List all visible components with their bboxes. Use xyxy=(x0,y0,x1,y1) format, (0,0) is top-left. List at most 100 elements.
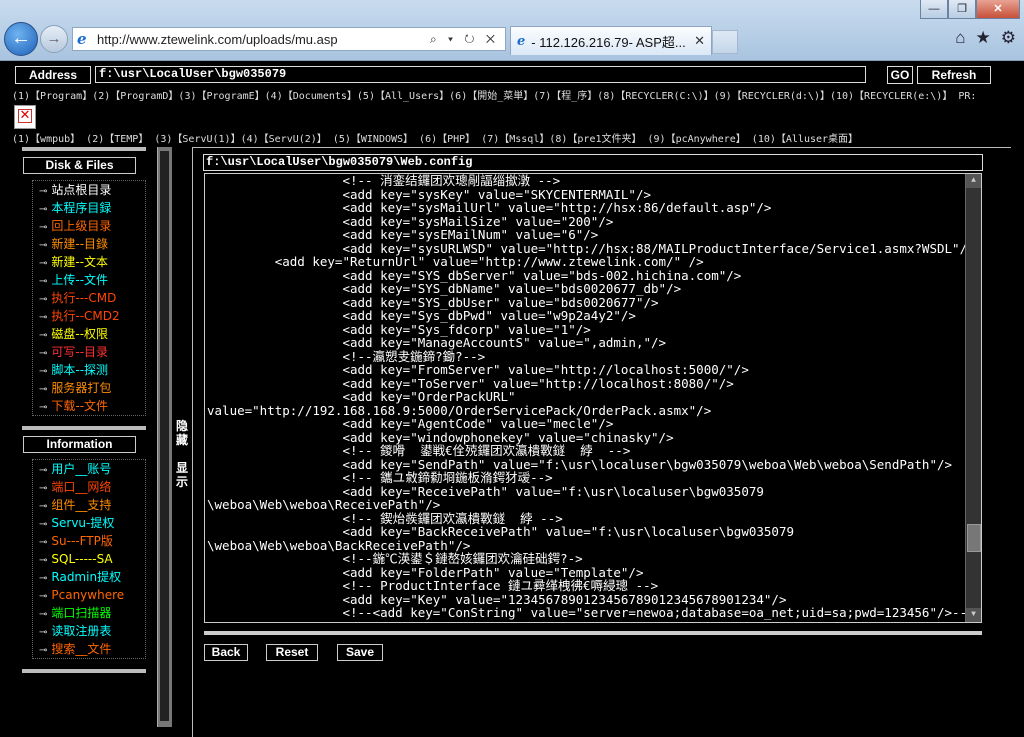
disk-item[interactable]: ⊸ 磁盘--权限 xyxy=(33,325,145,343)
code-line: <!-- 鑴ユ敹鍗勬埛鍦板潃鍔犲叆--> xyxy=(207,470,553,485)
go-button[interactable]: GO xyxy=(887,66,913,84)
menu-bullet-icon: ⊸ xyxy=(39,465,48,476)
disk-item-label[interactable]: 磁盘--权限 xyxy=(51,327,108,341)
disk-item-label[interactable]: 脚本--探测 xyxy=(51,363,108,377)
info-item[interactable]: ⊸ Radmin提权 xyxy=(33,568,145,586)
info-item[interactable]: ⊸ Pcanywhere xyxy=(33,586,145,604)
disk-item[interactable]: ⊸ 新建--目錄 xyxy=(33,235,145,253)
menu-bullet-icon: ⊸ xyxy=(39,519,48,530)
info-item[interactable]: ⊸ Servu-提权 xyxy=(33,514,145,532)
disk-item-label[interactable]: 执行--CMD2 xyxy=(51,309,119,323)
info-item-label[interactable]: Radmin提权 xyxy=(51,570,121,584)
disk-item[interactable]: ⊸ 服务器打包 xyxy=(33,379,145,397)
disk-item-label[interactable]: 执行---CMD xyxy=(51,291,116,305)
disk-item[interactable]: ⊸ 站点根目录 xyxy=(33,181,145,199)
disk-item[interactable]: ⊸ 上传--文件 xyxy=(33,271,145,289)
menu-bullet-icon: ⊸ xyxy=(39,537,48,548)
editor-divider xyxy=(204,631,982,635)
info-item[interactable]: ⊸ 组件__支持 xyxy=(33,496,145,514)
info-item-label[interactable]: 搜索__文件 xyxy=(51,642,111,656)
maximize-button[interactable]: ❐ xyxy=(948,0,976,19)
quick-dirs-row-2[interactable]: (1)【wmpub】 (2)【TEMP】 (3)【ServU(1)】(4)【Se… xyxy=(12,130,858,145)
disk-item-label[interactable]: 可写--目录 xyxy=(51,345,108,359)
code-line: \weboa\Web\weboa\BackReceivePath"/> xyxy=(207,537,471,553)
file-content-textarea[interactable]: <!-- 消銮结鑼团欢璁剮諨缁撳潡 --> <add key="sysKey" … xyxy=(204,173,982,623)
settings-gear-icon[interactable]: ⚙ xyxy=(1001,28,1016,48)
address-input[interactable]: f:\usr\LocalUser\bgw035079 xyxy=(95,66,866,83)
scrollbar-thumb[interactable] xyxy=(160,151,169,721)
code-line: <add key="ToServer" value="http://localh… xyxy=(207,375,734,391)
info-item[interactable]: ⊸ 端口扫描器 xyxy=(33,604,145,622)
scroll-up-icon[interactable]: ▲ xyxy=(966,174,981,188)
save-button[interactable]: Save xyxy=(337,644,383,661)
info-item-label[interactable]: Servu-提权 xyxy=(51,516,114,530)
info-item[interactable]: ⊸ SQL-----SA xyxy=(33,550,145,568)
info-item-label[interactable]: 用户__账号 xyxy=(51,462,111,476)
info-item-label[interactable]: Pcanywhere xyxy=(51,588,124,602)
disk-item[interactable]: ⊸ 脚本--探测 xyxy=(33,361,145,379)
minimize-button[interactable]: — xyxy=(920,0,948,19)
disk-item-label[interactable]: 站点根目录 xyxy=(51,183,111,197)
disk-item[interactable]: ⊸ 执行--CMD2 xyxy=(33,307,145,325)
code-line: <!-- 鍐嗗 鍙戦€佺殑鑼团欢瀛樻斁鐩 綍 --> xyxy=(207,443,631,458)
scroll-down-icon[interactable]: ▼ xyxy=(966,608,981,622)
close-window-button[interactable]: ✕ xyxy=(976,0,1020,19)
textarea-scrollbar[interactable]: ▲ ▼ xyxy=(965,174,981,622)
hide-label[interactable]: 隐 藏 xyxy=(173,419,191,447)
code-line: <add key="BackReceivePath" value="f:\usr… xyxy=(207,524,794,539)
new-tab-button[interactable] xyxy=(712,30,738,54)
info-item[interactable]: ⊸ Su---FTP版 xyxy=(33,532,145,550)
info-item-label[interactable]: 端口__网络 xyxy=(51,480,111,494)
hide-show-toggle[interactable]: 隐 藏 显 示 xyxy=(173,419,191,489)
info-item-label[interactable]: 组件__支持 xyxy=(51,498,111,512)
menu-bullet-icon: ⊸ xyxy=(39,366,48,377)
disk-item[interactable]: ⊸ 下载--文件 xyxy=(33,397,145,415)
disk-item-label[interactable]: 新建--文本 xyxy=(51,255,108,269)
code-line: <add key="sysURLWSD" value="http://hsx:8… xyxy=(207,240,975,256)
code-line: value="http://192.168.168.9:5000/OrderSe… xyxy=(207,402,712,418)
info-item-label[interactable]: Su---FTP版 xyxy=(51,534,112,548)
info-item[interactable]: ⊸ 搜索__文件 xyxy=(33,640,145,658)
disk-item[interactable]: ⊸ 执行---CMD xyxy=(33,289,145,307)
browser-url[interactable]: http://www.ztewelink.com/uploads/mu.asp xyxy=(97,32,430,47)
scrollbar-thumb[interactable] xyxy=(967,524,981,552)
refresh-button[interactable]: Refresh xyxy=(917,66,991,84)
code-line: <!--<add key="ConString" value="server=n… xyxy=(207,605,975,620)
file-path-input[interactable]: f:\usr\LocalUser\bgw035079\Web.config xyxy=(203,154,983,171)
tab-close-icon[interactable]: ✕ xyxy=(694,33,705,49)
disk-item-label[interactable]: 服务器打包 xyxy=(51,381,111,395)
home-icon[interactable]: ⌂ xyxy=(955,28,965,48)
disk-item-label[interactable]: 新建--目錄 xyxy=(51,237,108,251)
disk-item[interactable]: ⊸ 新建--文本 xyxy=(33,253,145,271)
info-item[interactable]: ⊸ 用户__账号 xyxy=(33,460,145,478)
disk-item[interactable]: ⊸ 本程序目録 xyxy=(33,199,145,217)
info-item-label[interactable]: SQL-----SA xyxy=(51,552,112,566)
quick-dirs-row-1[interactable]: (1)【Program】(2)【ProgramD】(3)【ProgramE】(4… xyxy=(12,87,976,102)
address-bar-tools[interactable]: ⌕ ▾ ↻ ✕ xyxy=(430,32,505,47)
reset-button[interactable]: Reset xyxy=(266,644,318,661)
code-line: <add key="ManageAccountS" value=",admin,… xyxy=(207,335,667,350)
browser-tab[interactable]: e - 112.126.216.79- ASP超... ✕ xyxy=(510,26,712,55)
info-item-label[interactable]: 读取注册表 xyxy=(51,624,111,638)
disk-item-label[interactable]: 回上级目录 xyxy=(51,219,111,233)
code-line: <!--瀛愬叏鍦鍗?鋤?--> xyxy=(207,348,486,364)
disk-item-label[interactable]: 下载--文件 xyxy=(51,399,108,413)
back-arrow-icon[interactable]: ← xyxy=(4,22,38,56)
menu-bullet-icon: ⊸ xyxy=(39,258,48,269)
disk-item[interactable]: ⊸ 可写--目录 xyxy=(33,343,145,361)
file-content-text[interactable]: <!-- 消銮结鑼团欢璁剮諨缁撳潡 --> <add key="sysKey" … xyxy=(207,174,975,620)
sidebar-scrollbar[interactable] xyxy=(157,147,172,727)
code-line: <add key="sysEMailNum" value="6"/> xyxy=(207,227,599,242)
menu-bullet-icon: ⊸ xyxy=(39,186,48,197)
disk-item[interactable]: ⊸ 回上级目录 xyxy=(33,217,145,235)
favorites-star-icon[interactable]: ★ xyxy=(976,28,991,48)
disk-item-label[interactable]: 本程序目録 xyxy=(51,201,111,215)
info-item[interactable]: ⊸ 端口__网络 xyxy=(33,478,145,496)
info-item-label[interactable]: 端口扫描器 xyxy=(51,606,111,620)
disk-item-label[interactable]: 上传--文件 xyxy=(51,273,108,287)
forward-arrow-icon[interactable]: → xyxy=(40,25,68,53)
info-item[interactable]: ⊸ 读取注册表 xyxy=(33,622,145,640)
back-button[interactable]: Back xyxy=(204,644,248,661)
show-label[interactable]: 显 示 xyxy=(173,461,191,489)
browser-address-bar[interactable]: e http://www.ztewelink.com/uploads/mu.as… xyxy=(72,27,506,51)
